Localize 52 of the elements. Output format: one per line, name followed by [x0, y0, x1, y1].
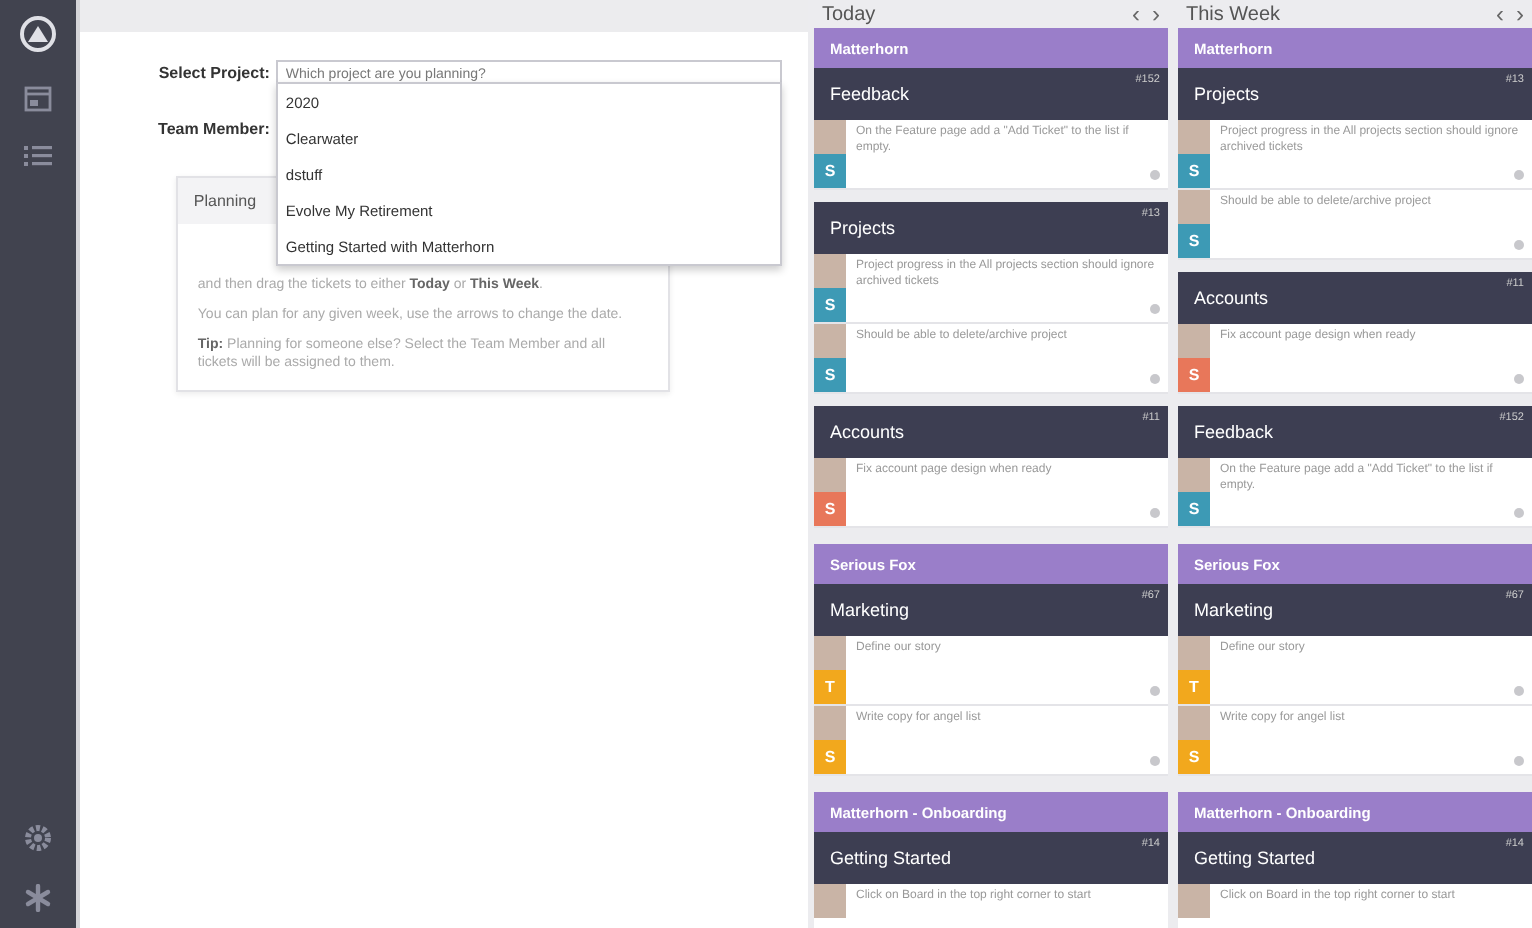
dot-icon	[1150, 374, 1160, 384]
assignee-badge: T	[814, 670, 846, 704]
assignee-badge: S	[814, 288, 846, 322]
dot-icon	[1150, 508, 1160, 518]
avatar-placeholder	[814, 706, 846, 740]
assignee-badge: S	[1178, 224, 1210, 258]
avatar-placeholder	[814, 120, 846, 154]
assignee-badge: S	[814, 740, 846, 774]
next-button[interactable]: ›	[1152, 0, 1160, 28]
avatar-placeholder	[814, 884, 846, 918]
list-icon[interactable]	[23, 144, 52, 168]
previous-button[interactable]: ‹	[1132, 0, 1140, 28]
assignee-badge: S	[1178, 154, 1210, 188]
avatar-placeholder	[1178, 324, 1210, 358]
avatar-placeholder	[814, 324, 846, 358]
mountain-logo-icon[interactable]	[19, 16, 56, 52]
dot-icon	[1150, 170, 1160, 180]
assignee-badge: T	[1178, 670, 1210, 704]
column-title: Today	[822, 3, 876, 25]
previous-button[interactable]: ‹	[1496, 0, 1504, 28]
dot-icon	[1514, 170, 1524, 180]
field-label: Team Member:	[156, 119, 272, 137]
assignee-badge: S	[814, 358, 846, 392]
field-label: Select Project:	[156, 63, 272, 81]
avatar-placeholder	[814, 254, 846, 288]
dot-icon	[1514, 686, 1524, 696]
assignee-badge: S	[1178, 740, 1210, 774]
dot-icon	[1514, 374, 1524, 384]
assignee-badge: S	[814, 492, 846, 526]
assignee-badge: S	[1178, 492, 1210, 526]
asterisk-icon[interactable]	[23, 884, 52, 912]
dot-icon	[1150, 304, 1160, 314]
avatar-placeholder	[1178, 120, 1210, 154]
dot-icon	[1514, 508, 1524, 518]
dot-icon	[1514, 756, 1524, 766]
assignee-badge: S	[814, 154, 846, 188]
card-title: Planning	[193, 192, 257, 210]
avatar-placeholder	[1178, 706, 1210, 740]
settings-icon[interactable]	[23, 824, 52, 852]
avatar-placeholder	[1178, 190, 1210, 224]
next-button[interactable]: ›	[1516, 0, 1524, 28]
calendar-icon[interactable]	[23, 84, 52, 112]
assignee-badge: S	[1178, 358, 1210, 392]
avatar-placeholder	[814, 636, 846, 670]
avatar-placeholder	[1178, 884, 1210, 918]
avatar-placeholder	[1178, 636, 1210, 670]
dot-icon	[1514, 240, 1524, 250]
avatar-placeholder	[814, 458, 846, 492]
column-title: This Week	[1186, 3, 1281, 25]
avatar-placeholder	[1178, 458, 1210, 492]
dot-icon	[1150, 686, 1160, 696]
dot-icon	[1150, 756, 1160, 766]
